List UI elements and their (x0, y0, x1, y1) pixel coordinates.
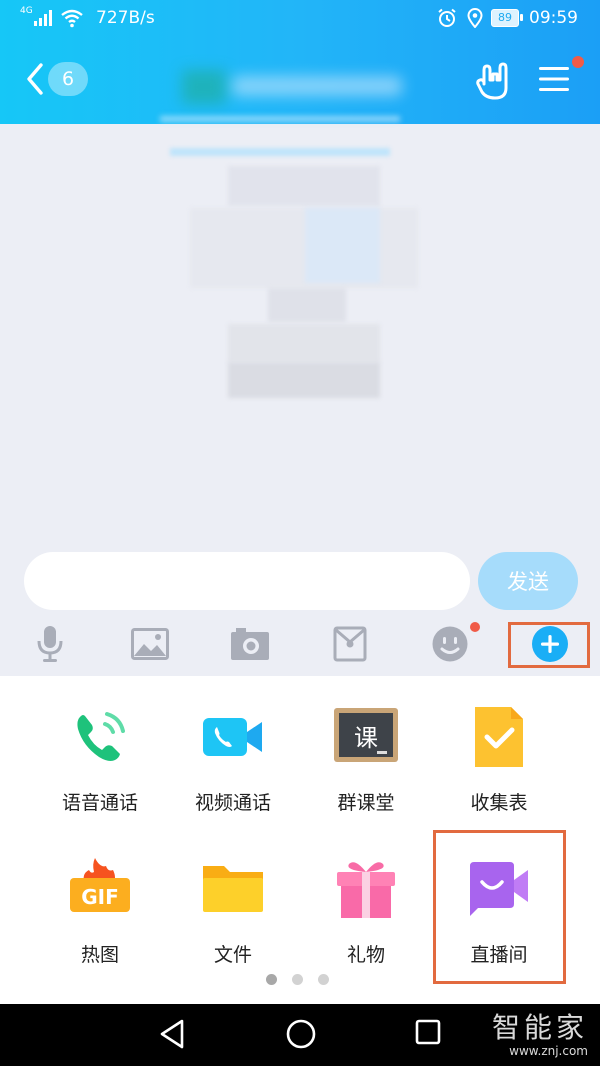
emoji-icon (431, 625, 469, 663)
red-packet-button[interactable] (330, 624, 370, 664)
live-room-icon (466, 856, 532, 922)
unread-count-badge: 6 (48, 62, 88, 96)
watermark-sub: www.znj.com (509, 1044, 588, 1058)
chevron-left-icon (24, 62, 46, 96)
emoji-button[interactable] (430, 624, 470, 664)
circle-home-icon (285, 1018, 317, 1050)
photo-button[interactable] (130, 624, 170, 664)
message-input[interactable] (24, 552, 470, 610)
clock: 09:59 (529, 8, 578, 28)
alarm-icon (437, 8, 457, 28)
menu-notification-dot (572, 56, 584, 68)
voice-button[interactable] (30, 624, 70, 664)
blackboard-icon: 课 (333, 704, 399, 770)
mic-icon (35, 625, 65, 663)
item-label: 热图 (80, 944, 119, 966)
video-call-icon (200, 704, 266, 770)
item-label: 视频通话 (194, 792, 271, 814)
title-underline (160, 116, 400, 122)
redacted-message (160, 142, 450, 412)
gif-glyph: GIF (81, 885, 119, 909)
folder-icon (200, 856, 266, 922)
item-label: 文件 (213, 944, 252, 966)
video-call-item[interactable]: 视频通话 (168, 704, 298, 834)
chat-title-redacted (152, 66, 422, 108)
hot-gif-item[interactable]: GIF 热图 (35, 856, 165, 986)
menu-button[interactable] (538, 64, 570, 98)
status-right: 89 09:59 (437, 8, 578, 29)
camera-icon (230, 627, 270, 661)
image-icon (131, 628, 169, 660)
gif-icon: GIF (67, 856, 133, 922)
rock-hand-icon (476, 62, 512, 102)
hamburger-icon (538, 64, 570, 94)
item-label: 语音通话 (61, 792, 138, 814)
group-class-item[interactable]: 课 群课堂 (301, 704, 431, 834)
collect-form-item[interactable]: 收集表 (434, 704, 564, 834)
gift-item[interactable]: 礼物 (301, 856, 431, 986)
wifi-icon (60, 8, 84, 28)
item-label: 礼物 (346, 944, 385, 966)
file-item[interactable]: 文件 (168, 856, 298, 986)
camera-button[interactable] (230, 624, 270, 664)
battery-indicator: 89 (491, 9, 523, 27)
nav-recents-button[interactable] (414, 1018, 442, 1050)
more-features-panel: 语音通话 视频通话 课 群课堂 收集表 GIF 热图 文件 礼物 直播间 (0, 676, 600, 1004)
watermark-main: 智能家 (491, 1011, 588, 1044)
net-speed: 727B/s (96, 8, 155, 28)
collect-form-icon (466, 704, 532, 770)
rock-gesture-button[interactable] (476, 62, 512, 106)
voice-call-item[interactable]: 语音通话 (35, 704, 165, 834)
more-button[interactable] (530, 624, 570, 664)
send-button[interactable]: 发送 (478, 552, 578, 610)
page-indicator (266, 974, 344, 985)
plus-icon (530, 624, 570, 664)
location-icon (467, 8, 483, 29)
system-nav-bar: 智能家 www.znj.com (0, 1004, 600, 1066)
triangle-back-icon (158, 1018, 186, 1050)
title-bar: 6 (0, 40, 600, 124)
emoji-notification-dot (470, 622, 480, 632)
square-recents-icon (414, 1018, 442, 1046)
status-left: 4G 727B/s (20, 6, 155, 28)
message-list[interactable] (0, 124, 600, 548)
phone-call-icon (67, 704, 133, 770)
nav-home-button[interactable] (285, 1018, 317, 1054)
signal-icon: 4G (20, 6, 54, 28)
compose-row: 发送 (0, 548, 600, 614)
back-button[interactable]: 6 (24, 62, 88, 96)
item-label: 群课堂 (337, 792, 395, 814)
header: 4G 727B/s 89 09:59 6 (0, 0, 600, 124)
page-dot[interactable] (292, 974, 303, 985)
item-label: 收集表 (470, 792, 528, 814)
page-dot[interactable] (266, 974, 277, 985)
red-packet-icon (333, 626, 367, 662)
live-room-item[interactable]: 直播间 (434, 856, 564, 986)
gift-icon (333, 856, 399, 922)
watermark: 智能家 www.znj.com (492, 1006, 588, 1058)
chat-screen: 4G 727B/s 89 09:59 6 发送 语音通话 视频通话 课 群课堂 … (0, 0, 600, 1066)
blackboard-glyph: 课 (354, 724, 378, 752)
input-toolbar (0, 614, 600, 676)
item-label: 直播间 (470, 944, 528, 966)
nav-back-button[interactable] (158, 1018, 186, 1054)
status-bar: 4G 727B/s 89 09:59 (0, 0, 600, 40)
page-dot[interactable] (318, 974, 329, 985)
